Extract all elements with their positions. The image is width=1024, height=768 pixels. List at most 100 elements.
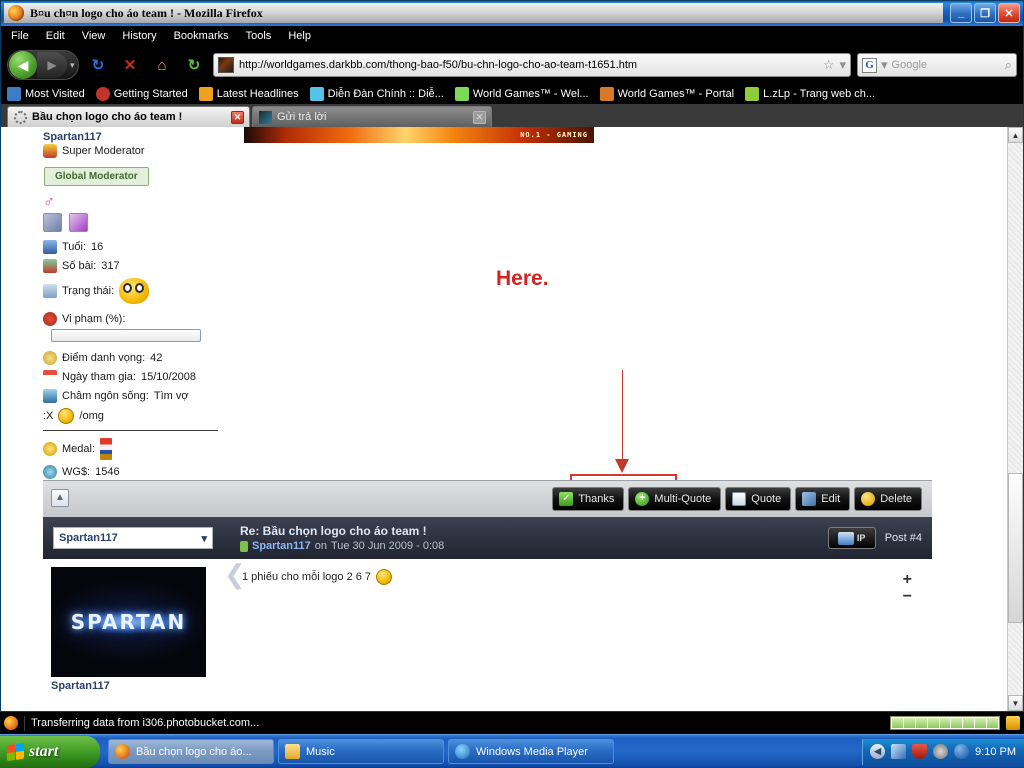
rate-down-button[interactable]: − (903, 588, 912, 605)
menu-item-help[interactable]: Help (288, 30, 311, 42)
collapse-icon[interactable]: ▲ (51, 489, 69, 507)
security-icon[interactable] (1006, 716, 1020, 730)
update-icon[interactable] (954, 744, 970, 759)
tab-gui-tra-loi[interactable]: Gửi trả lời ✕ (252, 106, 492, 127)
site-icon (454, 87, 469, 101)
window-title-text: B¤u ch¤n logo cho áo team ! - Mozilla Fi… (30, 5, 263, 20)
site-icon (745, 87, 760, 101)
firefox-icon (115, 744, 130, 759)
close-icon[interactable]: ✕ (473, 110, 486, 124)
network-icon[interactable] (891, 744, 907, 759)
power-icon (861, 492, 876, 506)
post-message-text: 1 phiếu cho mỗi logo 2 6 7 (242, 571, 372, 583)
edit-button[interactable]: Edit (795, 487, 851, 511)
bookmark-world-games-welcome[interactable]: World Games™ - Wel... (454, 87, 589, 101)
bookmark-latest-headlines[interactable]: Latest Headlines (198, 87, 299, 101)
forward-icon[interactable]: ▶ (37, 52, 67, 78)
bookmark-star-icon[interactable]: ☆ (823, 57, 835, 73)
page-content: NO.1 - GAMING Spartan117 Super Moderator… (1, 127, 1023, 711)
home-icon[interactable]: ⌂ (149, 52, 175, 78)
post-title[interactable]: Re: Bầu chọn logo cho áo team ! (240, 524, 828, 538)
detail-label: Châm ngôn sống: (62, 390, 149, 402)
button-label: Multi-Quote (654, 493, 712, 505)
close-button[interactable]: ✕ (998, 3, 1020, 23)
chevron-down-icon[interactable]: ▾ (839, 57, 846, 73)
tray-clock[interactable]: 9:10 PM (975, 746, 1016, 758)
menu-item-bookmarks[interactable]: Bookmarks (174, 30, 229, 42)
bookmark-dien-dan-chinh[interactable]: Diễn Đàn Chính :: Diễ... (309, 87, 444, 101)
taskbar-item-music[interactable]: Music (278, 739, 444, 764)
bookmark-label: Diễn Đàn Chính :: Diễ... (327, 88, 444, 100)
bookmark-getting-started[interactable]: Getting Started (95, 87, 188, 101)
minimize-button[interactable]: _ (950, 3, 972, 23)
search-icon[interactable]: ⌕ (1005, 57, 1012, 73)
loading-spinner-icon (14, 110, 27, 124)
reload-icon[interactable]: ↻ (85, 52, 111, 78)
violation-meter (51, 329, 201, 342)
window-titlebar[interactable]: B¤u ch¤n logo cho áo team ! - Mozilla Fi… (1, 1, 1023, 26)
detail-value: Tìm vợ (153, 390, 189, 402)
tab-bar: Bầu chọn logo cho áo team ! ✕ Gửi trả lờ… (1, 104, 1023, 127)
books-icon (43, 259, 57, 273)
menu-item-history[interactable]: History (122, 30, 156, 42)
avatar-username[interactable]: Spartan117 (51, 680, 228, 692)
loading-progress-bar (890, 716, 1000, 730)
google-icon[interactable]: G (862, 57, 877, 73)
taskbar-item-windows-media-player[interactable]: Windows Media Player (448, 739, 614, 764)
multi-quote-button[interactable]: + Multi-Quote (628, 487, 722, 511)
menu-item-file[interactable]: File (11, 30, 29, 42)
search-input[interactable]: Google (892, 59, 1001, 71)
stat-value: 317 (101, 260, 120, 272)
folder-icon (7, 87, 21, 101)
quote-button[interactable]: Quote (725, 487, 792, 511)
forum-banner: NO.1 - GAMING (244, 127, 594, 143)
button-label: Edit (821, 493, 841, 505)
menu-item-tools[interactable]: Tools (246, 30, 272, 42)
tab-bau-chon-logo[interactable]: Bầu chọn logo cho áo team ! ✕ (7, 106, 250, 127)
taskbar-item-firefox[interactable]: Bầu chọn logo cho áo... (108, 739, 274, 764)
security-shield-icon[interactable] (912, 744, 928, 759)
post-body: SPARTAN Spartan117 ❮ 1 phiếu cho mỗi log… (43, 559, 932, 711)
status-text: Transferring data from i306.photobucket.… (31, 717, 260, 729)
volume-icon[interactable] (933, 744, 949, 759)
post-rating-controls: + − (903, 571, 912, 605)
money-value: 1546 (95, 466, 120, 478)
chevron-down-icon[interactable]: ▾ (70, 60, 75, 71)
bookmark-world-games-portal[interactable]: World Games™ - Portal (599, 87, 734, 101)
mood-text: /omg (79, 410, 104, 422)
post-author[interactable]: Spartan117 (252, 540, 311, 552)
thanks-button[interactable]: ✓ Thanks (552, 487, 625, 511)
bookmark-most-visited[interactable]: Most Visited (7, 87, 85, 101)
start-button[interactable]: start (0, 735, 100, 768)
bookmark-lzlp[interactable]: L.zLp - Trang web ch... (745, 87, 875, 101)
scrollbar-track[interactable] (1008, 143, 1023, 695)
back-icon[interactable]: ◀ (9, 51, 37, 79)
page-scrollbar[interactable]: ▲ ▼ (1007, 127, 1023, 711)
chevron-down-icon[interactable]: ▾ (881, 57, 888, 73)
search-bar[interactable]: G ▾ Google ⌕ (857, 53, 1017, 77)
expand-tray-icon[interactable]: ◀ (870, 744, 886, 759)
annotation-here-text: Here. (496, 267, 549, 290)
monitor-icon (43, 389, 57, 403)
maximize-button[interactable]: ❐ (974, 3, 996, 23)
delete-button[interactable]: Delete (854, 487, 922, 511)
stat-value: 16 (91, 241, 104, 253)
url-text[interactable]: http://worldgames.darkbb.com/thong-bao-f… (239, 59, 818, 71)
stop-icon[interactable]: ✕ (117, 52, 143, 78)
scroll-down-icon[interactable]: ▼ (1008, 695, 1023, 711)
menu-item-edit[interactable]: Edit (46, 30, 65, 42)
scroll-up-icon[interactable]: ▲ (1008, 127, 1023, 143)
scrollbar-thumb[interactable] (1008, 473, 1023, 623)
rooster-badge-icon[interactable] (69, 213, 89, 232)
menu-item-view[interactable]: View (82, 30, 106, 42)
no-entry-icon (43, 312, 57, 326)
site-icon (599, 87, 614, 101)
close-icon[interactable]: ✕ (231, 110, 244, 124)
ip-button[interactable]: IP (827, 527, 876, 549)
post-title-block: Re: Bầu chọn logo cho áo team ! Spartan1… (240, 524, 828, 552)
rate-up-button[interactable]: + (903, 571, 912, 588)
feed-icon[interactable]: ↻ (181, 52, 207, 78)
globe-badge-icon[interactable] (43, 213, 62, 232)
post-user-select[interactable]: Spartan117 ▾ (53, 527, 213, 549)
address-bar[interactable]: http://worldgames.darkbb.com/thong-bao-f… (213, 53, 851, 77)
